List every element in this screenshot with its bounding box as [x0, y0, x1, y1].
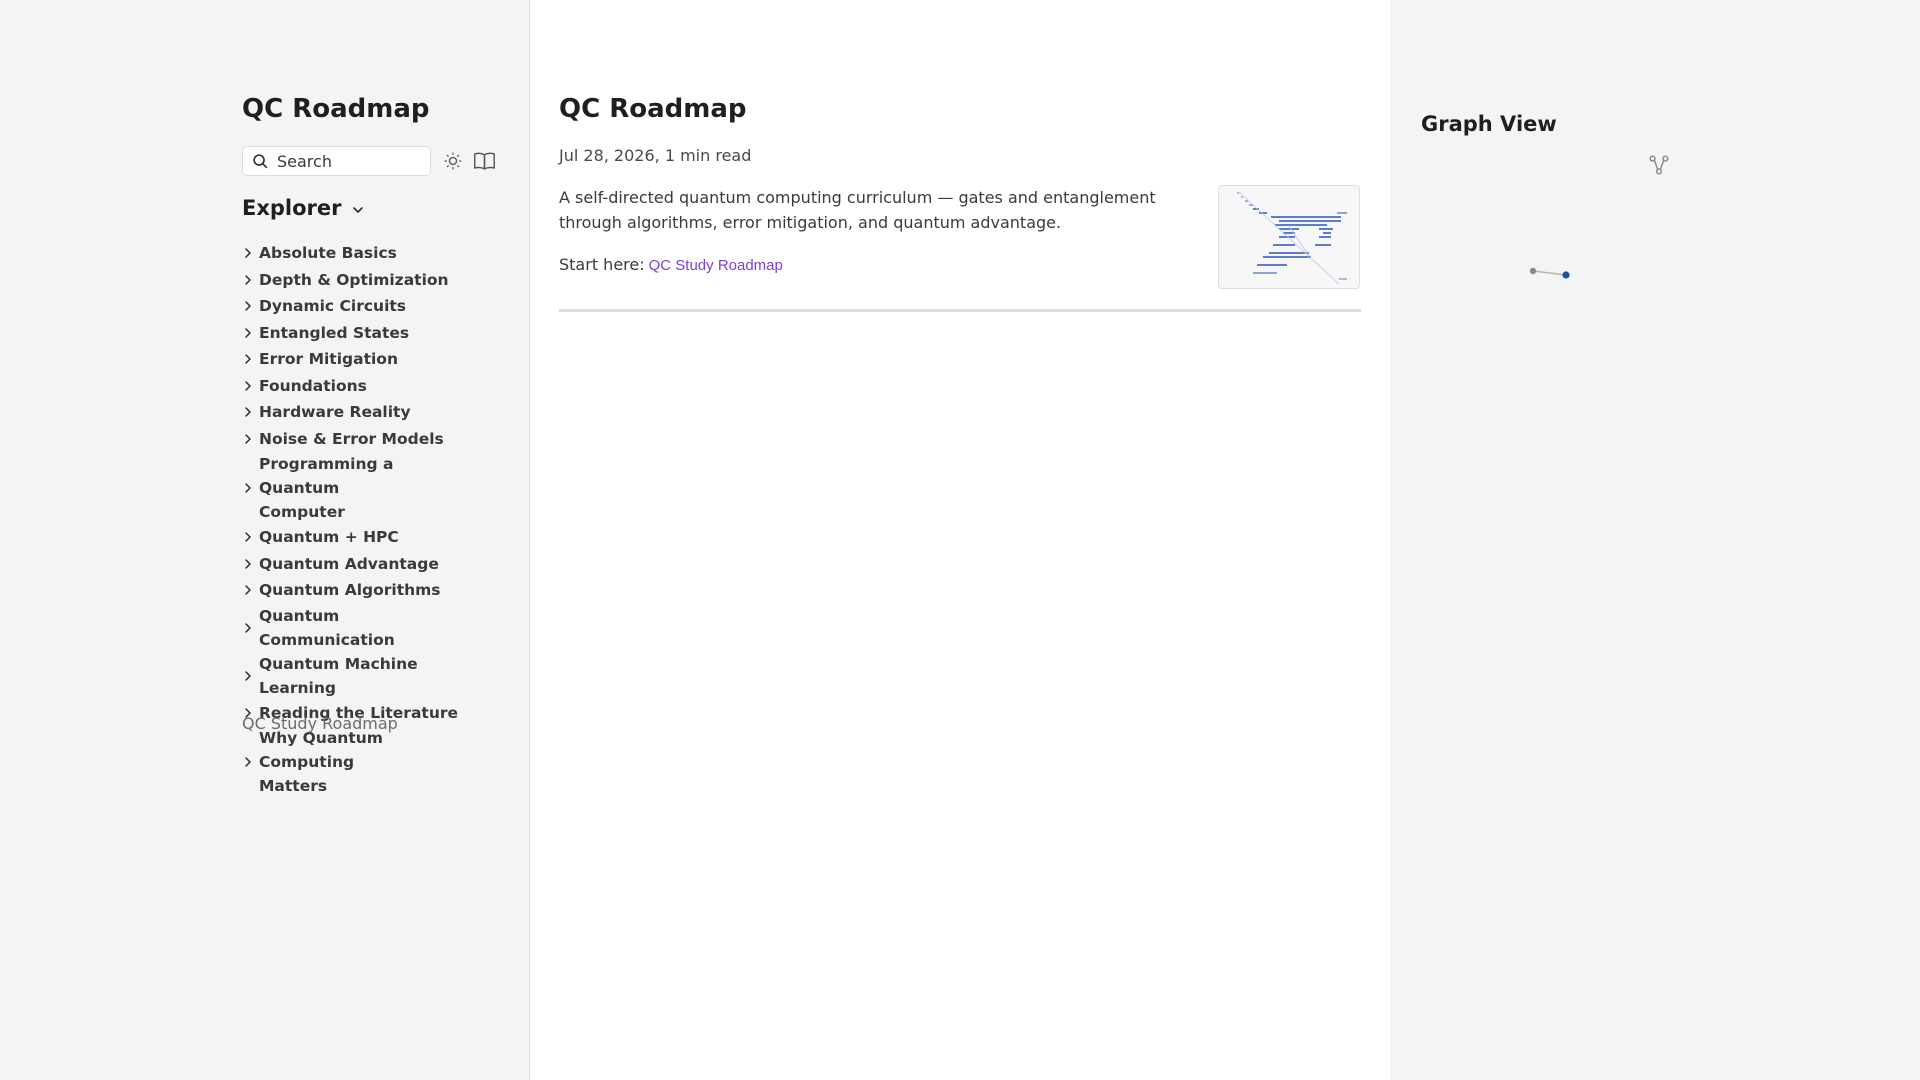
folder-item[interactable]: Programming a Quantum Computer [242, 452, 492, 524]
folder-label: Error Mitigation [259, 350, 398, 369]
folder-item[interactable]: Quantum Algorithms [242, 577, 492, 604]
book-icon [473, 152, 495, 170]
content-divider [559, 309, 1361, 312]
chevron-right-icon [245, 328, 251, 338]
search-icon [253, 153, 268, 168]
article-description: A self-directed quantum computing curric… [559, 188, 1156, 232]
folder-label: Depth & Optimization [259, 270, 449, 289]
reader-mode-toggle[interactable] [472, 149, 496, 173]
chevron-right-icon [245, 559, 251, 569]
folder-item[interactable]: Why Quantum Computing Matters [242, 726, 492, 798]
folder-item[interactable]: Dynamic Circuits [242, 293, 492, 320]
folder-label: Why Quantum Computing Matters [259, 729, 383, 795]
article-meta: Jul 28, 2026, 1 min read [559, 146, 751, 165]
graph-node[interactable] [1529, 267, 1537, 275]
folder-label: Foundations [259, 376, 367, 395]
folder-item[interactable]: Quantum Communication [242, 604, 492, 652]
folder-item[interactable]: Noise & Error Models [242, 426, 492, 453]
folder-label: Hardware Reality [259, 403, 411, 422]
folder-item[interactable]: Depth & Optimization [242, 267, 492, 294]
folder-label: Quantum Advantage [259, 554, 439, 573]
chevron-right-icon [245, 354, 251, 364]
thumbnail-image [1237, 191, 1347, 285]
folder-label: Quantum Algorithms [259, 581, 441, 600]
article-thumbnail [1218, 185, 1360, 289]
chevron-down-icon [352, 206, 363, 213]
chevron-right-icon [245, 275, 251, 285]
folder-item[interactable]: Quantum Advantage [242, 551, 492, 578]
global-graph-button[interactable] [1648, 154, 1670, 180]
chevron-right-icon [245, 248, 251, 258]
start-label: Start here: [559, 255, 645, 274]
graph-node-current[interactable] [1562, 271, 1570, 279]
chevron-right-icon [245, 532, 251, 542]
folder-label: Absolute Basics [259, 244, 397, 263]
chevron-right-icon [245, 757, 251, 767]
search-button[interactable]: Search [242, 146, 431, 176]
folder-item[interactable]: Error Mitigation [242, 346, 492, 373]
chevron-right-icon [245, 407, 251, 417]
folder-item[interactable]: Absolute Basics [242, 240, 492, 267]
folder-label: Quantum Machine Learning [259, 654, 418, 697]
folder-label: Programming a Quantum Computer [259, 455, 394, 521]
graph-view-title: Graph View [1421, 112, 1557, 136]
sun-icon [444, 152, 462, 170]
folder-item[interactable]: Quantum + HPC [242, 524, 492, 551]
chevron-right-icon [245, 670, 251, 681]
chevron-right-icon [245, 585, 251, 595]
graph-icon [1649, 155, 1669, 175]
folder-item[interactable]: Hardware Reality [242, 399, 492, 426]
folder-label: Quantum Communication [259, 606, 395, 649]
chevron-right-icon [245, 622, 251, 633]
search-placeholder: Search [277, 151, 332, 171]
chevron-right-icon [245, 381, 251, 391]
chevron-right-icon [245, 434, 251, 444]
folder-item[interactable]: Entangled States [242, 320, 492, 347]
start-here: Start here: QC Study Roadmap [559, 255, 783, 274]
explorer-toggle[interactable]: Explorer [242, 196, 366, 220]
graph-canvas[interactable] [1421, 180, 1881, 380]
folder-label: Quantum + HPC [259, 528, 399, 547]
site-title[interactable]: QC Roadmap [242, 94, 430, 124]
page-link-qc-study-roadmap[interactable]: QC Study Roadmap [242, 714, 398, 733]
chevron-right-icon [245, 483, 251, 493]
article-read-time: 1 min read [664, 146, 752, 165]
page-title: QC Roadmap [559, 94, 747, 124]
graph-edge [1532, 270, 1567, 276]
darkmode-toggle[interactable] [441, 149, 465, 173]
folder-item[interactable]: Foundations [242, 373, 492, 400]
start-link[interactable]: QC Study Roadmap [649, 257, 783, 274]
folder-label: Dynamic Circuits [259, 297, 407, 316]
chevron-right-icon [245, 301, 251, 311]
folder-label: Entangled States [259, 323, 410, 342]
folder-item[interactable]: Quantum Machine Learning [242, 652, 492, 700]
folder-label: Noise & Error Models [259, 429, 444, 448]
explorer-label: Explorer [242, 196, 342, 220]
article-date: Jul 28, 2026, [559, 146, 660, 165]
